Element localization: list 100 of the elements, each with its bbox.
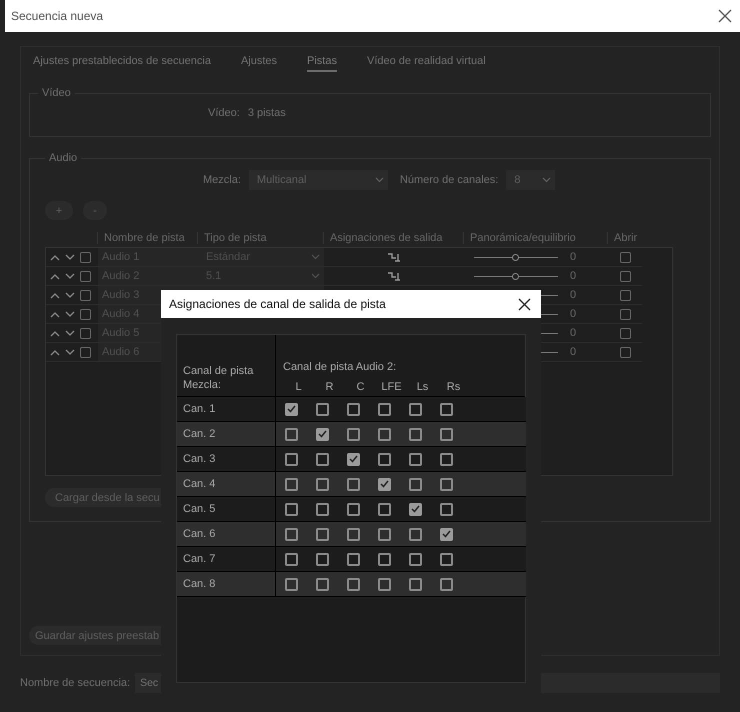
open-checkbox[interactable] bbox=[620, 252, 630, 262]
mix-label: Mezcla: bbox=[203, 174, 241, 186]
tab[interactable]: Pistas bbox=[307, 52, 337, 72]
assignment-checkbox[interactable] bbox=[409, 552, 422, 566]
tab[interactable]: Vídeo de realidad virtual bbox=[367, 52, 486, 72]
track-checkbox[interactable] bbox=[80, 346, 91, 358]
assignment-checkbox[interactable] bbox=[409, 502, 422, 516]
pan-reading: 0 bbox=[570, 346, 576, 358]
channel-header: Rs bbox=[446, 381, 462, 393]
track-checkbox[interactable] bbox=[80, 328, 91, 338]
assignment-checkbox[interactable] bbox=[316, 428, 329, 440]
assignment-checkbox[interactable] bbox=[378, 452, 391, 466]
assignment-checkbox[interactable] bbox=[285, 502, 298, 516]
channel-label: Can. 2 bbox=[177, 422, 276, 446]
channel-label: Can. 3 bbox=[177, 447, 276, 471]
channels-label: Número de canales: bbox=[400, 174, 498, 186]
row-header: Canal de pista bbox=[183, 364, 254, 378]
tab[interactable]: Ajustes prestablecidos de secuencia bbox=[33, 52, 211, 72]
assignment-checkbox[interactable] bbox=[347, 502, 360, 516]
assignment-checkbox[interactable] bbox=[440, 528, 453, 540]
row-header: Mezcla: bbox=[183, 378, 222, 392]
assignment-checkbox[interactable] bbox=[316, 478, 329, 490]
assignment-checkbox[interactable] bbox=[347, 528, 360, 540]
remove-track-button[interactable]: - bbox=[83, 201, 107, 220]
caret-icon bbox=[374, 177, 384, 183]
track-checkbox[interactable] bbox=[80, 290, 91, 300]
channel-header: C bbox=[356, 381, 366, 393]
assignment-checkbox[interactable] bbox=[285, 452, 298, 466]
assignment-checkbox[interactable] bbox=[316, 528, 329, 540]
assignment-checkbox[interactable] bbox=[378, 402, 391, 416]
pan-slider-thumb[interactable] bbox=[512, 254, 519, 260]
assignment-checkbox[interactable] bbox=[378, 502, 391, 516]
assignment-checkbox[interactable] bbox=[440, 552, 453, 566]
close-icon[interactable] bbox=[718, 9, 732, 23]
group-label: Vídeo bbox=[41, 87, 72, 99]
assignment-checkbox[interactable] bbox=[409, 478, 422, 490]
column-header: Nombre de pista bbox=[97, 232, 197, 244]
assignment-checkbox[interactable] bbox=[347, 552, 360, 566]
assignment-checkbox[interactable] bbox=[378, 428, 391, 440]
tab[interactable]: Ajustes bbox=[240, 52, 278, 72]
assignment-checkbox[interactable] bbox=[440, 402, 453, 416]
assignment-checkbox[interactable] bbox=[285, 402, 298, 416]
assignment-checkbox[interactable] bbox=[409, 428, 422, 440]
assignment-checkbox[interactable] bbox=[316, 502, 329, 516]
open-checkbox[interactable] bbox=[620, 328, 630, 338]
assignment-checkbox[interactable] bbox=[378, 552, 391, 566]
column-header: Asignaciones de salida bbox=[323, 232, 463, 244]
assignment-checkbox[interactable] bbox=[409, 402, 422, 416]
channel-label: Can. 5 bbox=[177, 497, 276, 521]
pan-reading: 0 bbox=[570, 308, 576, 320]
channel-label: Can. 1 bbox=[177, 397, 276, 421]
assignment-checkbox[interactable] bbox=[316, 552, 329, 566]
assignment-checkbox[interactable] bbox=[440, 428, 453, 440]
routing-icon[interactable] bbox=[387, 252, 401, 262]
track-checkbox[interactable] bbox=[80, 308, 91, 320]
channel-header: Ls bbox=[416, 381, 430, 393]
routing-icon[interactable] bbox=[387, 270, 401, 282]
track-checkbox[interactable] bbox=[80, 270, 91, 282]
assignment-checkbox[interactable] bbox=[440, 452, 453, 466]
column-group-header: Canal de pista Audio 2: bbox=[283, 361, 398, 373]
assignment-checkbox[interactable] bbox=[347, 402, 360, 416]
video-tracks-value: 3 pistas bbox=[248, 107, 286, 119]
pan-reading: 0 bbox=[570, 327, 576, 339]
assignment-checkbox[interactable] bbox=[409, 452, 422, 466]
channel-header: R bbox=[324, 381, 334, 393]
assignment-checkbox[interactable] bbox=[285, 552, 298, 566]
assignment-checkbox[interactable] bbox=[409, 528, 422, 540]
assignment-checkbox[interactable] bbox=[347, 428, 360, 440]
assignment-checkbox[interactable] bbox=[316, 578, 329, 590]
pan-reading: 0 bbox=[570, 289, 576, 301]
channel-header: LFE bbox=[380, 381, 403, 393]
assignment-checkbox[interactable] bbox=[440, 578, 453, 590]
assignment-checkbox[interactable] bbox=[316, 452, 329, 466]
assignment-checkbox[interactable] bbox=[378, 578, 391, 590]
assignment-checkbox[interactable] bbox=[285, 478, 298, 490]
assignment-checkbox[interactable] bbox=[440, 478, 453, 490]
open-checkbox[interactable] bbox=[620, 290, 630, 300]
open-checkbox[interactable] bbox=[620, 346, 630, 358]
open-checkbox[interactable] bbox=[620, 308, 630, 320]
channel-label: Can. 8 bbox=[177, 572, 276, 596]
assignment-checkbox[interactable] bbox=[378, 528, 391, 540]
assignment-checkbox[interactable] bbox=[409, 578, 422, 590]
assignment-checkbox[interactable] bbox=[285, 578, 298, 590]
channel-label: Can. 7 bbox=[177, 547, 276, 571]
pan-reading: 0 bbox=[570, 270, 576, 282]
assignment-checkbox[interactable] bbox=[347, 478, 360, 490]
assignment-checkbox[interactable] bbox=[316, 402, 329, 416]
channel-label: Can. 4 bbox=[177, 472, 276, 496]
open-checkbox[interactable] bbox=[620, 270, 630, 282]
assignment-checkbox[interactable] bbox=[440, 502, 453, 516]
column-header: Tipo de pista bbox=[197, 232, 323, 244]
assignment-checkbox[interactable] bbox=[347, 578, 360, 590]
add-track-button[interactable]: + bbox=[45, 201, 73, 220]
assignment-checkbox[interactable] bbox=[285, 528, 298, 540]
assignment-checkbox[interactable] bbox=[378, 478, 391, 490]
assignment-checkbox[interactable] bbox=[285, 428, 298, 440]
track-checkbox[interactable] bbox=[80, 252, 91, 262]
pan-slider-thumb[interactable] bbox=[512, 272, 519, 280]
assignment-checkbox[interactable] bbox=[347, 452, 360, 466]
close-icon[interactable] bbox=[518, 298, 531, 310]
